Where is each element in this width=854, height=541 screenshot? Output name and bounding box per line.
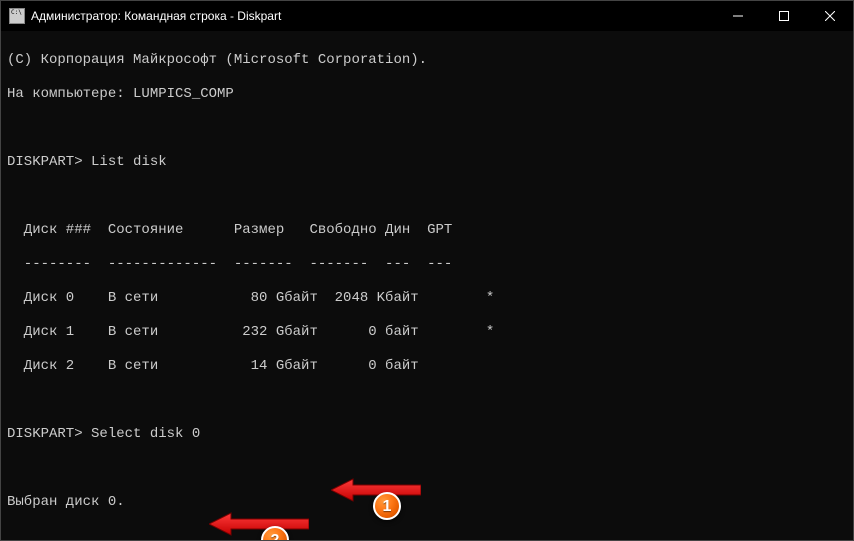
titlebar[interactable]: Администратор: Командная строка - Diskpa… [1,1,853,31]
disk-row: Диск 2 В сети 14 Gбайт 0 байт [7,358,847,375]
prompt-list-disk: DISKPART> List disk [7,154,847,171]
computer-line: На компьютере: LUMPICS_COMP [7,86,847,103]
disk-header: Диск ### Состояние Размер Свободно Дин G… [7,222,847,239]
close-button[interactable] [807,1,853,31]
minimize-button[interactable] [715,1,761,31]
disk-row: Диск 0 В сети 80 Gбайт 2048 Kбайт * [7,290,847,307]
blank [7,188,847,205]
disk-rule: -------- ------------- ------- ------- -… [7,256,847,273]
cmd-window: Администратор: Командная строка - Diskpa… [0,0,854,541]
blank [7,460,847,477]
terminal-output[interactable]: (C) Корпорация Майкрософт (Microsoft Cor… [1,31,853,540]
disk-selected: Выбран диск 0. [7,494,847,511]
blank [7,392,847,409]
blank [7,120,847,137]
window-title: Администратор: Командная строка - Diskpa… [31,9,715,23]
prompt-select-disk: DISKPART> Select disk 0 [7,426,847,443]
copyright-line: (C) Корпорация Майкрософт (Microsoft Cor… [7,52,847,69]
disk-row: Диск 1 В сети 232 Gбайт 0 байт * [7,324,847,341]
maximize-button[interactable] [761,1,807,31]
blank [7,528,847,540]
cmd-icon [9,8,25,24]
